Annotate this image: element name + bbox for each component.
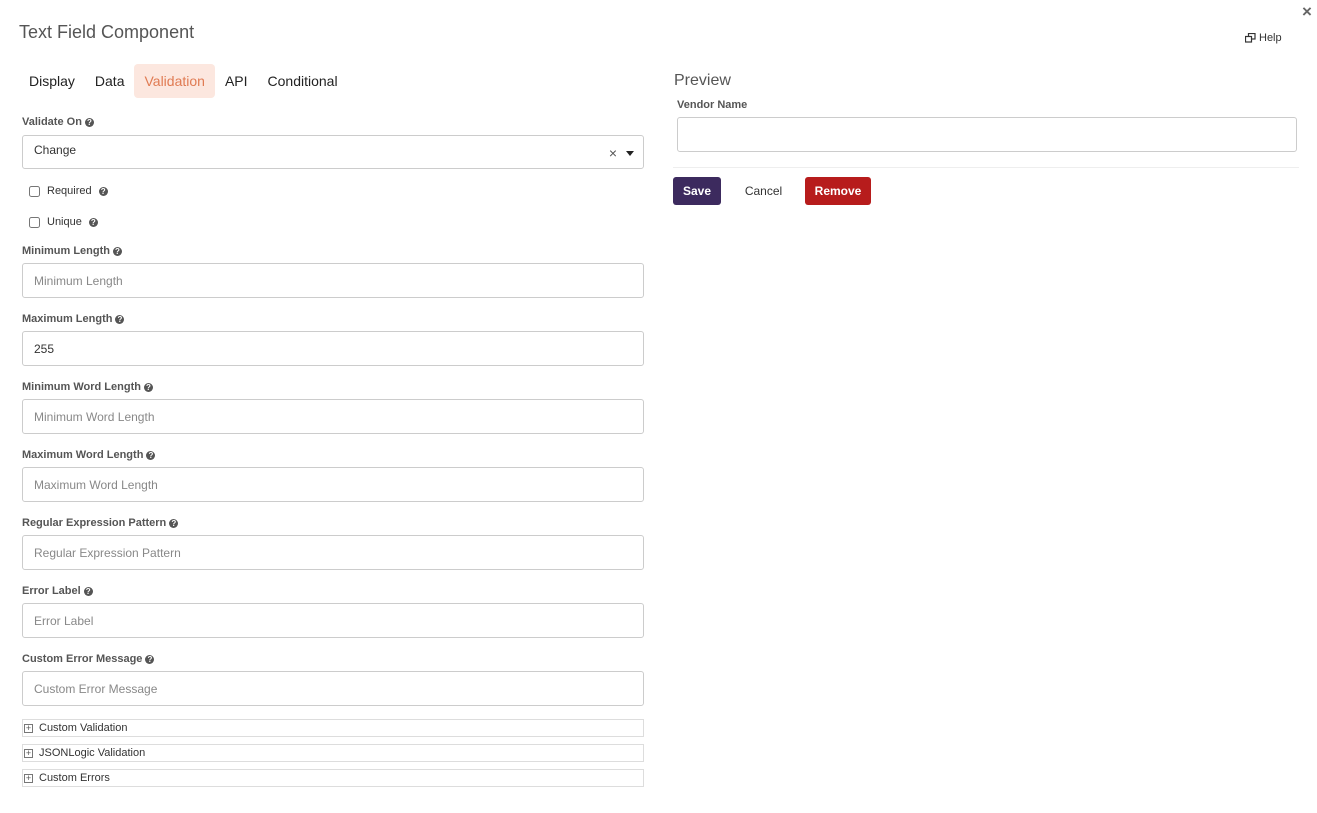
validate-on-group: Validate On ? Change × bbox=[22, 115, 644, 169]
question-icon[interactable]: ? bbox=[83, 586, 93, 596]
required-checkbox[interactable] bbox=[29, 185, 40, 197]
preview-title: Preview bbox=[674, 72, 731, 89]
vendor-name-input[interactable] bbox=[677, 117, 1297, 152]
chevron-down-icon[interactable] bbox=[626, 151, 634, 156]
custom-error-group: Custom Error Message ? bbox=[22, 652, 644, 706]
question-icon[interactable]: ? bbox=[143, 382, 153, 392]
min-word-length-label: Minimum Word Length bbox=[22, 381, 141, 393]
panel-custom-errors[interactable]: + Custom Errors bbox=[22, 769, 644, 787]
regex-group: Regular Expression Pattern ? bbox=[22, 516, 644, 570]
custom-error-label: Custom Error Message bbox=[22, 653, 143, 665]
question-icon[interactable]: ? bbox=[169, 518, 179, 528]
min-length-input[interactable] bbox=[22, 263, 644, 298]
max-word-length-group: Maximum Word Length ? bbox=[22, 448, 644, 502]
help-label: Help bbox=[1259, 32, 1282, 44]
min-word-length-input[interactable] bbox=[22, 399, 644, 434]
question-icon[interactable]: ? bbox=[115, 314, 125, 324]
tab-display[interactable]: Display bbox=[19, 64, 85, 98]
validate-on-select[interactable]: Change × bbox=[22, 135, 644, 169]
min-length-group: Minimum Length ? bbox=[22, 244, 644, 298]
vendor-name-label: Vendor Name bbox=[677, 99, 748, 111]
panel-custom-validation[interactable]: + Custom Validation bbox=[22, 719, 644, 737]
tab-api[interactable]: API bbox=[215, 64, 258, 98]
max-length-label: Maximum Length bbox=[22, 313, 113, 325]
question-icon[interactable]: ? bbox=[84, 117, 94, 127]
divider bbox=[673, 167, 1299, 168]
save-button[interactable]: Save bbox=[673, 177, 721, 205]
validate-on-value: Change bbox=[34, 143, 77, 157]
max-length-group: Maximum Length ? bbox=[22, 312, 644, 366]
panel-label: JSONLogic Validation bbox=[39, 747, 146, 759]
regex-input[interactable] bbox=[22, 535, 644, 570]
clear-icon[interactable]: × bbox=[609, 139, 617, 167]
tab-validation[interactable]: Validation bbox=[134, 64, 215, 98]
cancel-button[interactable]: Cancel bbox=[735, 177, 792, 205]
error-label-input[interactable] bbox=[22, 603, 644, 638]
external-link-icon bbox=[1245, 33, 1256, 43]
tab-data[interactable]: Data bbox=[85, 64, 135, 98]
expand-icon: + bbox=[24, 772, 33, 783]
help-link[interactable]: Help bbox=[1245, 32, 1282, 44]
validate-on-label: Validate On ? bbox=[22, 115, 644, 129]
min-length-label: Minimum Length bbox=[22, 245, 110, 257]
panel-jsonlogic-validation[interactable]: + JSONLogic Validation bbox=[22, 744, 644, 762]
unique-checkbox-row: Unique ? bbox=[22, 214, 98, 230]
question-icon[interactable]: ? bbox=[98, 186, 108, 196]
max-length-input[interactable] bbox=[22, 331, 644, 366]
unique-checkbox[interactable] bbox=[29, 216, 40, 228]
expand-icon: + bbox=[24, 722, 33, 733]
required-checkbox-row: Required ? bbox=[22, 183, 108, 199]
question-icon[interactable]: ? bbox=[146, 450, 156, 460]
question-icon[interactable]: ? bbox=[113, 246, 122, 256]
remove-button[interactable]: Remove bbox=[805, 177, 871, 205]
unique-label: Unique bbox=[47, 216, 82, 228]
dialog-title: Text Field Component bbox=[19, 22, 195, 42]
expand-icon: + bbox=[24, 747, 33, 758]
required-label: Required bbox=[47, 185, 92, 197]
max-word-length-input[interactable] bbox=[22, 467, 644, 502]
error-label-group: Error Label ? bbox=[22, 584, 644, 638]
custom-error-input[interactable] bbox=[22, 671, 644, 706]
error-label-label: Error Label bbox=[22, 585, 81, 597]
tab-conditional[interactable]: Conditional bbox=[258, 64, 348, 98]
panel-label: Custom Validation bbox=[39, 722, 128, 734]
close-icon[interactable]: × bbox=[1302, 3, 1312, 21]
question-icon[interactable]: ? bbox=[88, 217, 98, 227]
max-word-length-label: Maximum Word Length bbox=[22, 449, 144, 461]
question-icon[interactable]: ? bbox=[145, 654, 155, 664]
panel-label: Custom Errors bbox=[39, 772, 110, 784]
min-word-length-group: Minimum Word Length ? bbox=[22, 380, 644, 434]
regex-label: Regular Expression Pattern bbox=[22, 517, 167, 529]
tab-bar: Display Data Validation API Conditional bbox=[19, 64, 348, 98]
